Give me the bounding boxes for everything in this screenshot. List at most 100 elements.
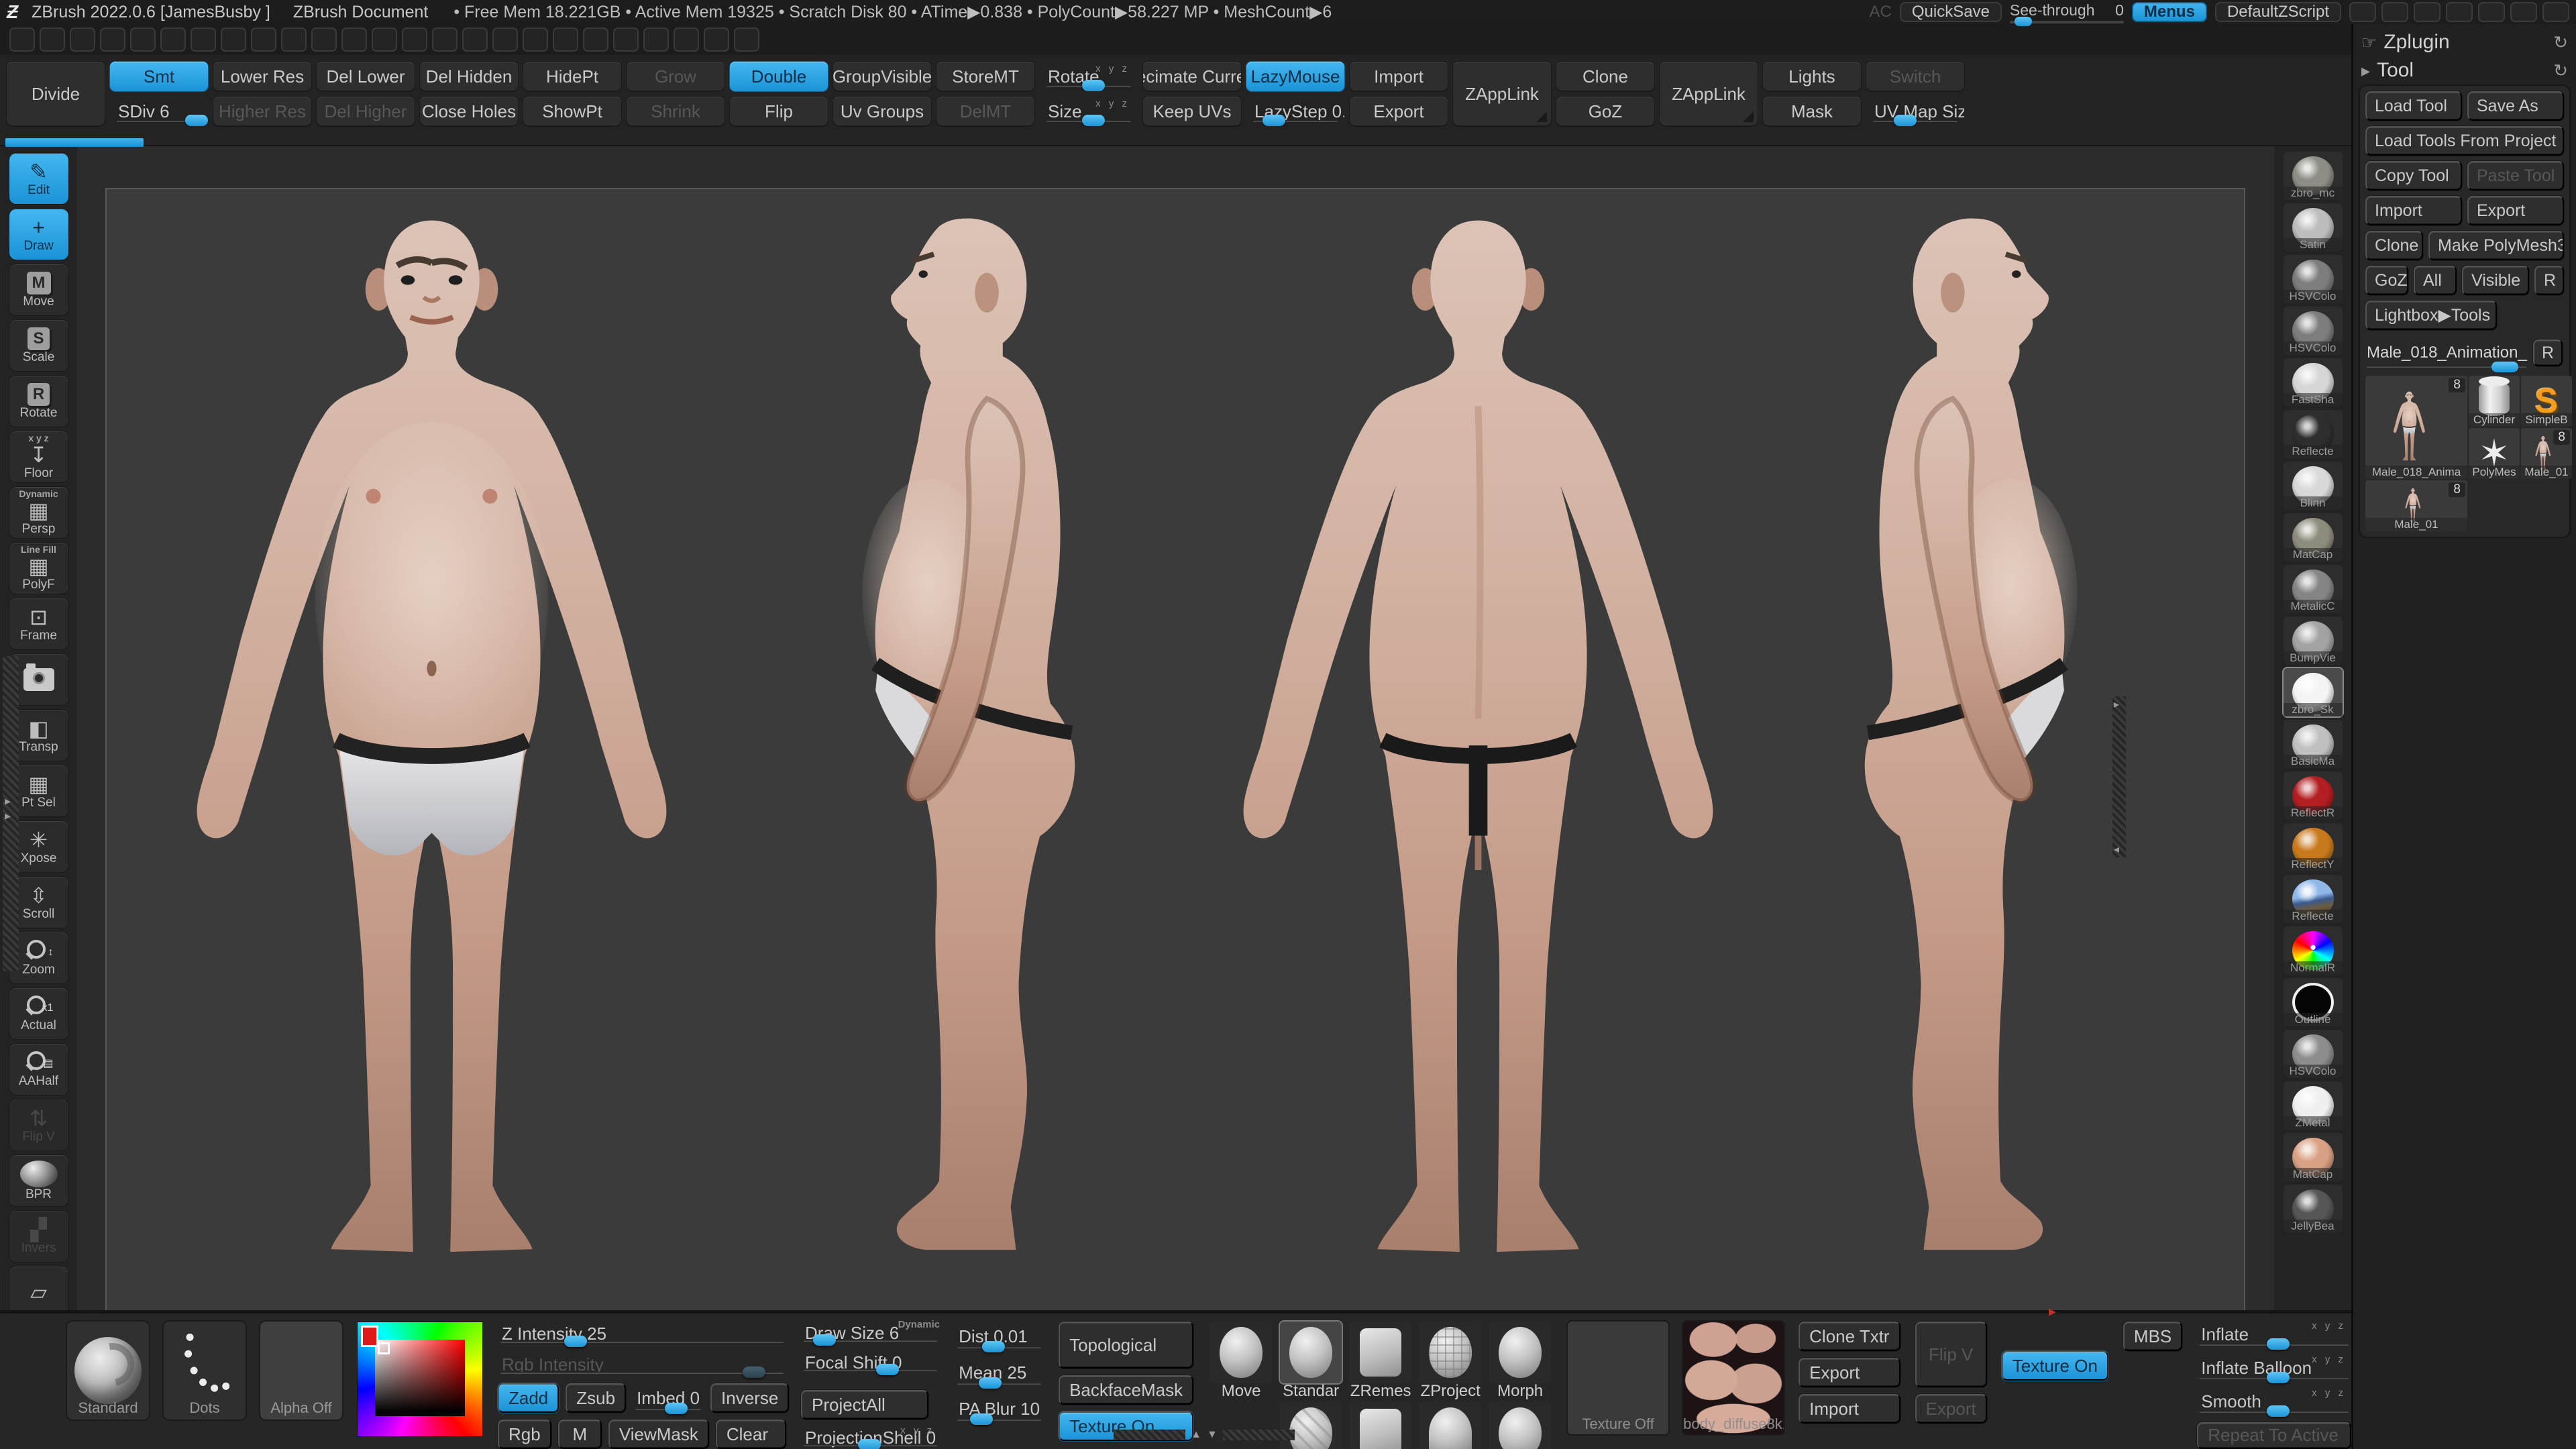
menu-item[interactable] bbox=[251, 28, 276, 52]
m-button[interactable]: M bbox=[558, 1419, 602, 1449]
smooth-slider[interactable]: Smoothx y z bbox=[2197, 1389, 2351, 1415]
matcap-thumbnail[interactable]: Reflecte bbox=[2284, 875, 2343, 923]
matcap-thumbnail[interactable]: HSVColo bbox=[2284, 307, 2343, 355]
flip-v-button[interactable]: Flip V bbox=[1915, 1322, 1987, 1387]
alpha-thumbnail[interactable]: Alpha Off bbox=[260, 1322, 342, 1419]
brush-thumbnail[interactable]: Move bbox=[1208, 1322, 1274, 1401]
shelf-button[interactable]: Clone bbox=[1556, 62, 1654, 91]
tool-thumbnail-cylinder[interactable]: Cylinder bbox=[2469, 376, 2520, 427]
menus-toggle-button[interactable]: Menus bbox=[2132, 2, 2207, 22]
menu-item[interactable] bbox=[583, 28, 608, 52]
tool-subpalette-item[interactable] bbox=[2359, 835, 2571, 867]
current-color-swatch[interactable] bbox=[361, 1326, 378, 1347]
menu-item[interactable] bbox=[432, 28, 458, 52]
left-tool-button[interactable]: R Rotate bbox=[9, 376, 68, 427]
matcap-thumbnail[interactable]: zbro_mc bbox=[2284, 152, 2343, 200]
matcap-thumbnail[interactable]: ReflectR bbox=[2284, 771, 2343, 820]
rgb-button[interactable]: Rgb bbox=[498, 1419, 551, 1449]
left-tool-button[interactable]: ▞ Invers bbox=[9, 1211, 68, 1262]
left-tool-button[interactable]: M Move bbox=[9, 264, 68, 315]
tool-subpalette-item[interactable] bbox=[2359, 1221, 2571, 1253]
matcap-thumbnail[interactable]: HSVColo bbox=[2284, 255, 2343, 303]
left-tool-button[interactable]: x y z ↧ Floor bbox=[9, 431, 68, 482]
matcap-thumbnail[interactable]: ZMetal bbox=[2284, 1081, 2343, 1130]
tool-panel-button[interactable]: Make PolyMesh3D bbox=[2428, 231, 2564, 260]
tool-subpalette-item[interactable] bbox=[2359, 674, 2571, 706]
tool-subpalette-item[interactable] bbox=[2359, 1382, 2571, 1414]
tool-panel-button[interactable]: Clone bbox=[2365, 231, 2423, 260]
menu-item[interactable] bbox=[160, 28, 186, 52]
menu-item[interactable] bbox=[553, 28, 578, 52]
tray-scrollbar[interactable]: ▲ ▼ bbox=[1114, 1428, 1295, 1442]
tool-panel-button[interactable]: Import bbox=[2365, 196, 2462, 225]
matcap-thumbnail[interactable]: Blinn bbox=[2284, 462, 2343, 510]
tool-thumbnail-male01-b[interactable]: 8 Male_01 bbox=[2365, 480, 2467, 531]
tool-panel-button[interactable]: Load Tools From Project bbox=[2365, 126, 2564, 156]
shelf-button[interactable]: Grow bbox=[627, 62, 724, 91]
tool-panel-button[interactable]: Lightbox▶Tools bbox=[2365, 301, 2497, 330]
active-tool-slider[interactable]: Male_018_Animation_Ready. R bbox=[2365, 335, 2564, 370]
brush-thumbnail[interactable]: ZRemes bbox=[1348, 1322, 1413, 1401]
tool-subpalette-item[interactable] bbox=[2359, 1124, 2571, 1157]
shelf-button[interactable]: HidePt bbox=[523, 62, 621, 91]
matcap-thumbnail[interactable]: zbro_Sk bbox=[2284, 668, 2343, 716]
shelf-button[interactable]: Lights bbox=[1763, 62, 1861, 91]
backfacemask-button[interactable]: BackfaceMask bbox=[1059, 1375, 1193, 1405]
tool-subpalette-item[interactable] bbox=[2359, 1157, 2571, 1189]
zplugin-palette-header[interactable]: ☞ Zplugin ↻ bbox=[2359, 28, 2571, 56]
matcap-thumbnail[interactable]: FastSha bbox=[2284, 358, 2343, 407]
imbed-slider[interactable]: Imbed 0 bbox=[633, 1383, 704, 1413]
shelf-button[interactable]: GoZ bbox=[1556, 97, 1654, 126]
shelf-button[interactable]: Export bbox=[1350, 97, 1448, 126]
tool-reload-icon[interactable]: ↻ bbox=[2553, 60, 2568, 81]
shelf-button[interactable]: SDiv 6 bbox=[110, 97, 208, 126]
matcap-thumbnail[interactable]: Satin bbox=[2284, 203, 2343, 252]
brush-thumbnail[interactable]: Flatten bbox=[1417, 1402, 1483, 1449]
shelf-button[interactable]: DelMT bbox=[936, 97, 1034, 126]
rgb-intensity-slider[interactable]: Rgb Intensity bbox=[498, 1352, 786, 1377]
tool-subpalette-item[interactable] bbox=[2359, 1285, 2571, 1318]
focal-shift-slider[interactable]: Focal Shift 0 bbox=[801, 1351, 940, 1374]
shelf-button[interactable]: StoreMT bbox=[936, 62, 1034, 91]
matcap-thumbnail[interactable]: MetalicC bbox=[2284, 565, 2343, 613]
shelf-button[interactable]: ShowPt bbox=[523, 97, 621, 126]
left-tool-button[interactable]: Line Fill ▦ PolyF bbox=[9, 543, 68, 594]
shelf-button[interactable]: Del Hidden bbox=[420, 62, 518, 91]
matcap-thumbnail[interactable]: ReflectY bbox=[2284, 823, 2343, 871]
texture-on-button-2[interactable]: Texture On bbox=[2002, 1351, 2108, 1381]
tool-subpalette-item[interactable] bbox=[2359, 706, 2571, 738]
tool-subpalette-item[interactable] bbox=[2359, 738, 2571, 770]
shelf-button[interactable]: Decimate Current bbox=[1143, 62, 1241, 91]
tool-panel-button[interactable]: Copy Tool bbox=[2365, 161, 2462, 191]
viewmask-button[interactable]: ViewMask bbox=[608, 1419, 709, 1449]
texture-export-button[interactable]: Export bbox=[1799, 1358, 1900, 1387]
shelf-button[interactable]: Del Higher bbox=[317, 97, 415, 126]
tool-thumbnail-male018[interactable]: 8 Male_018_Anima bbox=[2365, 376, 2467, 479]
see-through-slider[interactable]: See-through 0 bbox=[2010, 1, 2124, 23]
canvas-area[interactable] bbox=[77, 146, 2274, 1310]
zplugin-reload-icon[interactable]: ↻ bbox=[2553, 32, 2568, 53]
menu-item[interactable] bbox=[372, 28, 397, 52]
shelf-button[interactable]: Switch bbox=[1866, 62, 1964, 91]
see-through-knob[interactable] bbox=[2015, 17, 2032, 26]
matcap-thumbnail[interactable]: MatCap bbox=[2284, 1133, 2343, 1181]
shelf-button[interactable]: Lower Res bbox=[213, 62, 311, 91]
see-through-track[interactable] bbox=[2010, 21, 2124, 23]
scroll-up-icon[interactable]: ▲ bbox=[1191, 1429, 1201, 1441]
shelf-button[interactable]: Keep UVs bbox=[1143, 97, 1241, 126]
tool-subpalette-item[interactable] bbox=[2359, 802, 2571, 835]
dist-slider[interactable]: Dist 0.01 bbox=[955, 1322, 1044, 1351]
shelf-button[interactable]: Rotatex y z bbox=[1040, 62, 1138, 91]
shelf-button[interactable]: Higher Res bbox=[213, 97, 311, 126]
brush-thumbnail[interactable]: ZProject bbox=[1417, 1322, 1483, 1401]
shelf-button[interactable]: Sizex y z bbox=[1040, 97, 1138, 126]
left-tool-button[interactable]: ⊡ Frame bbox=[9, 598, 68, 649]
shelf-button[interactable]: Divide bbox=[7, 62, 105, 126]
menu-item[interactable] bbox=[402, 28, 427, 52]
shelf-button[interactable]: Smt bbox=[110, 62, 208, 91]
tool-palette-header[interactable]: ▸ Tool ↻ bbox=[2359, 56, 2571, 85]
shelf-button[interactable]: ZAppLink bbox=[1660, 62, 1758, 126]
matcap-thumbnail[interactable]: BumpVie bbox=[2284, 616, 2343, 665]
tool-panel-button[interactable]: R bbox=[2534, 266, 2564, 295]
tool-subpalette-item[interactable] bbox=[2359, 1092, 2571, 1124]
